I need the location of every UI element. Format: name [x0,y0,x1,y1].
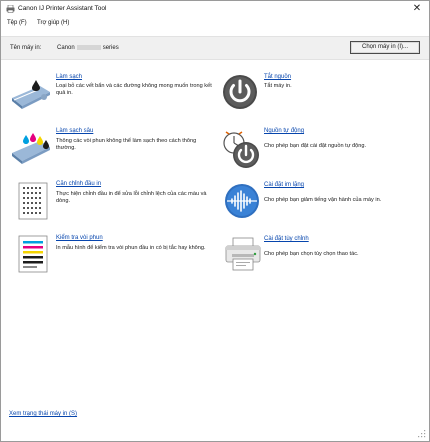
printer-assistant-window: Canon IJ Printer Assistant Tool ✕ Tệp (F… [0,0,430,442]
close-icon: ✕ [412,3,422,14]
custom-settings-description: Cho phép bạn chọn tùy chọn thao tác. [264,251,359,257]
nozzle-check-icon[interactable] [13,234,57,274]
menu-bar: Tệp (F) Trợ giúp (H) [1,18,429,29]
menu-file[interactable]: Tệp (F) [7,20,27,26]
printer-name-prefix: Canon [57,45,75,52]
printer-app-icon [6,5,15,13]
view-printer-status-link[interactable]: Xem trạng thái máy in (S) [9,411,77,417]
quiet-settings-link[interactable]: Cài đặt im lặng [264,182,304,188]
menu-help[interactable]: Trợ giúp (H) [37,20,69,26]
auto-power-icon[interactable] [220,129,262,171]
printer-model-redacted [76,45,101,50]
printer-name-value: Canon series [57,45,119,51]
custom-settings-icon[interactable] [223,234,263,274]
deep-cleaning-link[interactable]: Làm sạch sâu [56,128,93,134]
cleaning-icon[interactable] [10,76,54,116]
window-title: Canon IJ Printer Assistant Tool [18,5,107,12]
power-off-icon[interactable] [220,72,260,112]
print-head-alignment-link[interactable]: Căn chỉnh đầu in [56,181,101,187]
printer-name-suffix: series [102,45,119,52]
resize-grip-icon[interactable] [418,430,426,438]
cleaning-description: Loại bỏ các vết bẩn và các đường không m… [56,83,212,96]
printer-name-label: Tên máy in: [10,45,42,51]
auto-power-link[interactable]: Nguồn tự động [264,128,304,134]
quiet-settings-icon[interactable] [223,182,261,220]
select-printer-button[interactable]: Chọn máy in (I)... [350,41,420,54]
nozzle-check-description: In mẫu hình để kiểm tra vòi phun đầu in … [56,245,206,251]
close-button[interactable]: ✕ [411,3,423,15]
printer-selection-bar: Tên máy in: Canon series Chọn máy in (I).… [1,36,429,60]
quiet-settings-description: Cho phép bạn giảm tiếng vận hành của máy… [264,197,382,203]
print-head-alignment-icon[interactable] [13,181,57,221]
print-head-alignment-description: Thực hiện chỉnh đầu in để sửa lỗi chỉnh … [56,191,207,204]
nozzle-check-link[interactable]: Kiểm tra vòi phun [56,235,103,241]
auto-power-description: Cho phép bạn đặt cài đặt nguồn tự động. [264,143,367,149]
power-off-link[interactable]: Tắt nguồn [264,74,291,80]
custom-settings-link[interactable]: Cài đặt tùy chỉnh [264,236,309,242]
deep-cleaning-description: Thông các vòi phun không thể làm sạch th… [56,138,197,151]
power-off-description: Tắt máy in. [264,83,292,89]
title-bar: Canon IJ Printer Assistant Tool ✕ [1,1,429,18]
cleaning-link[interactable]: Làm sạch [56,74,82,80]
deep-cleaning-icon[interactable] [10,131,54,171]
